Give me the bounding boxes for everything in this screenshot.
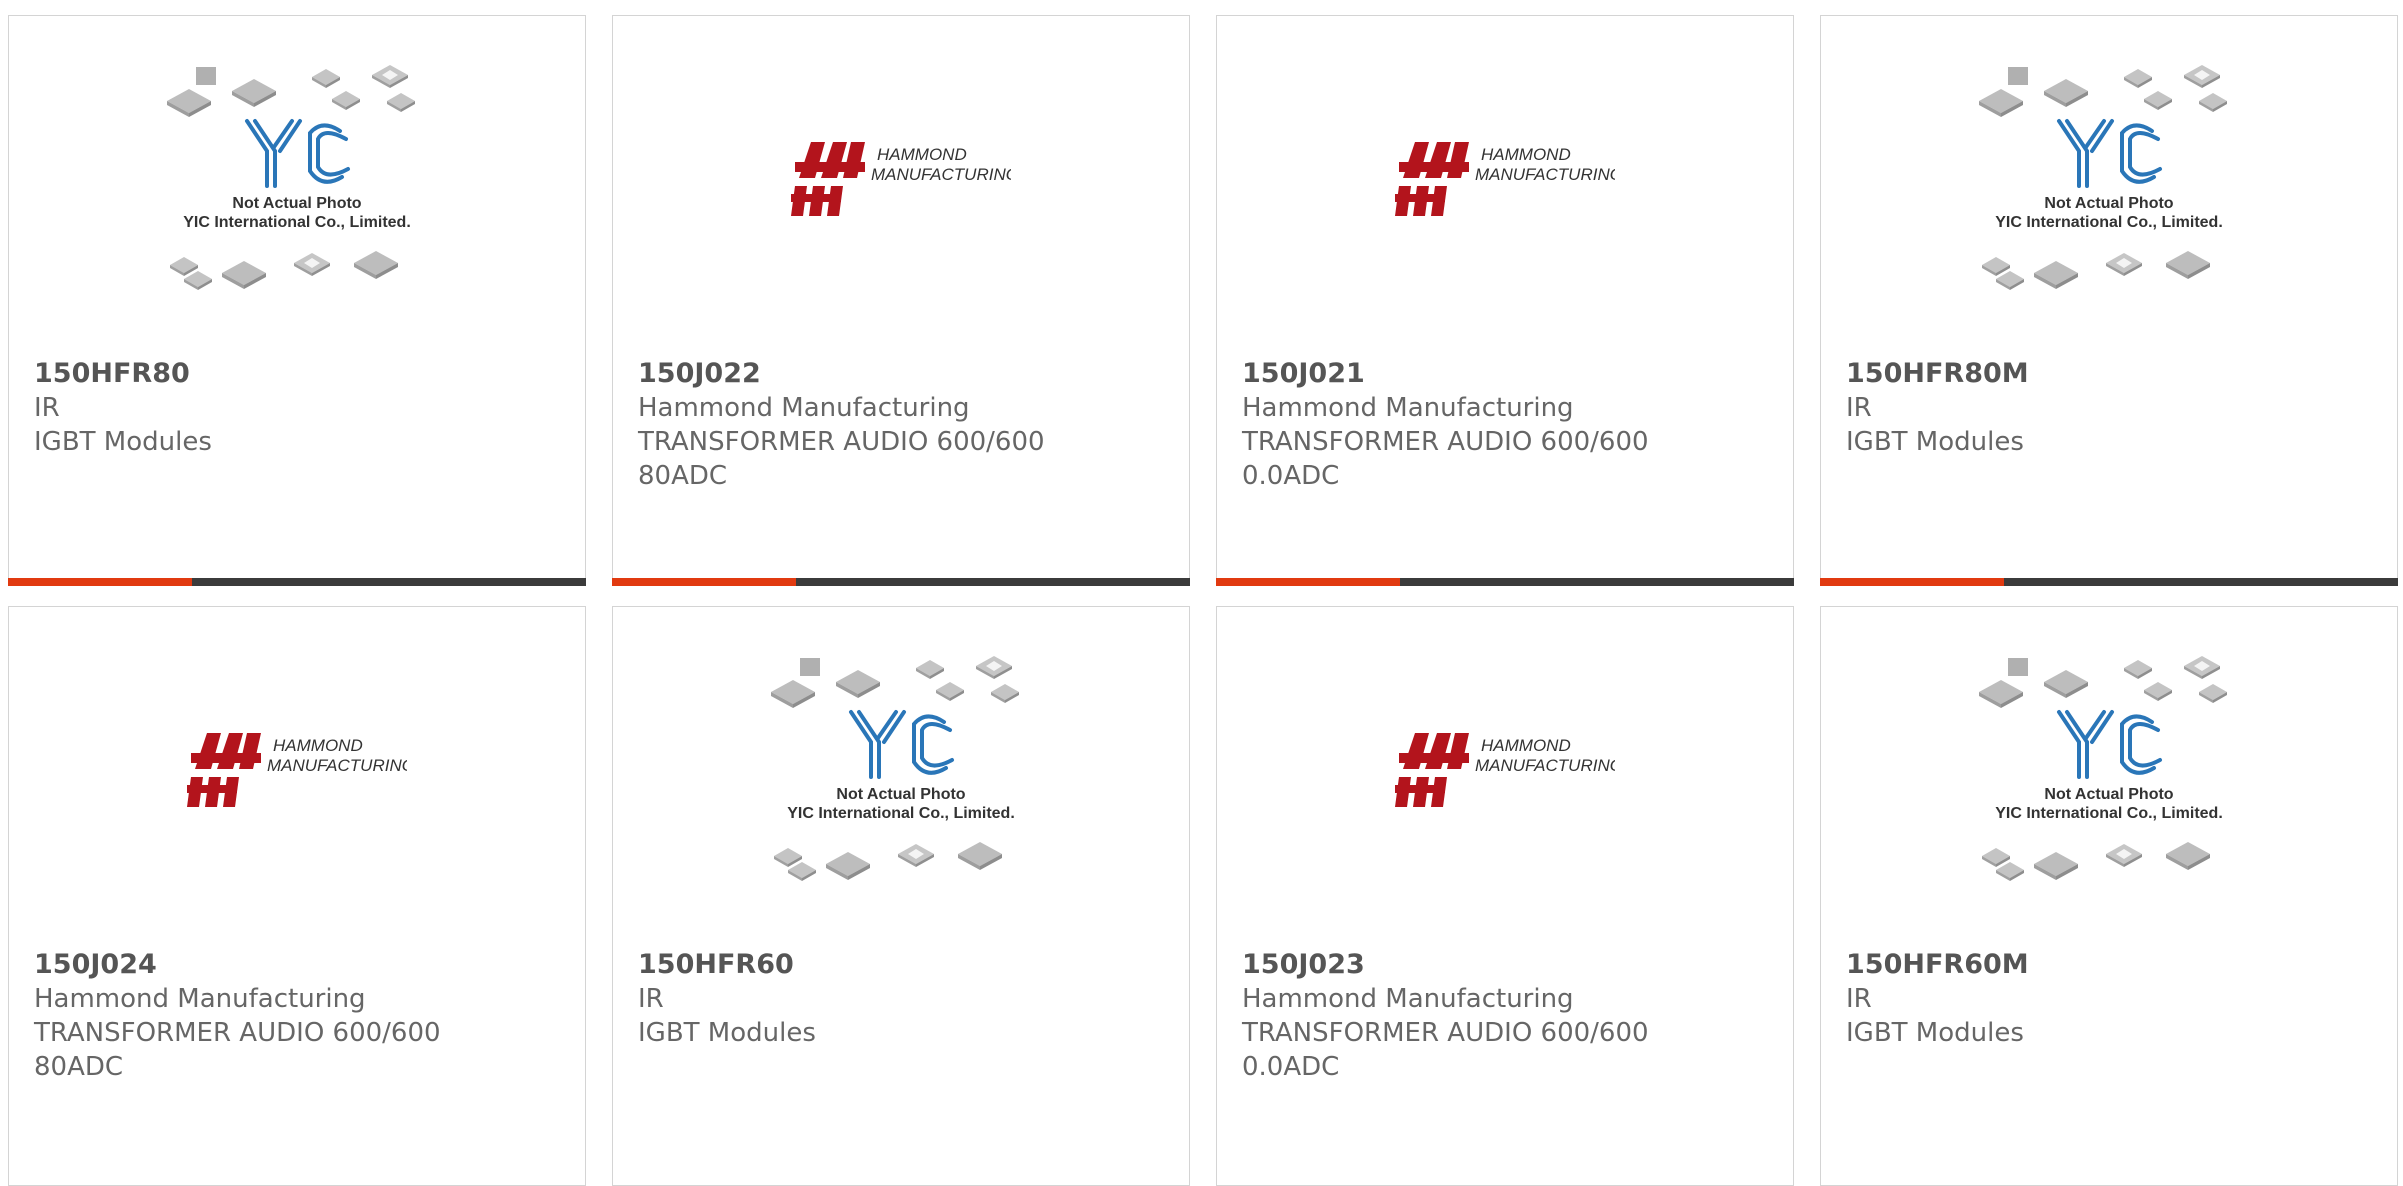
logo-line1: HAMMOND — [1481, 145, 1571, 164]
logo-line2: MANUFACTURING. — [1475, 165, 1615, 184]
manufacturer: Hammond Manufacturing — [1242, 984, 1574, 1014]
part-number[interactable]: 150HFR80 — [34, 357, 565, 391]
placeholder-line2: YIC International Co., Limited. — [1995, 805, 2223, 822]
description: TRANSFORMER AUDIO 600/600 — [1242, 1018, 1649, 1048]
hammond-logo: HAMMOND MANUFACTURING. — [613, 16, 1189, 346]
card-accent-bar — [612, 578, 1190, 586]
part-number[interactable]: 150J023 — [1242, 948, 1773, 982]
product-card[interactable]: Not Actual Photo YIC International Co., … — [1820, 15, 2398, 586]
manufacturer: IR — [34, 393, 60, 423]
product-image-placeholder: Not Actual Photo YIC International Co., … — [1821, 607, 2397, 937]
manufacturer: IR — [638, 984, 664, 1014]
description-extra: 0.0ADC — [1242, 461, 1340, 491]
description: TRANSFORMER AUDIO 600/600 — [34, 1018, 441, 1048]
hammond-logo: HAMMOND MANUFACTURING. — [9, 607, 585, 937]
description: IGBT Modules — [638, 1018, 816, 1048]
placeholder-line2: YIC International Co., Limited. — [787, 805, 1015, 822]
logo-line1: HAMMOND — [273, 736, 363, 755]
description: TRANSFORMER AUDIO 600/600 — [1242, 427, 1649, 457]
placeholder-line1: Not Actual Photo — [2044, 786, 2173, 803]
product-card[interactable]: Not Actual Photo YIC International Co., … — [1820, 606, 2398, 1186]
hammond-logo: HAMMOND MANUFACTURING. — [1217, 16, 1793, 346]
hammond-logo: HAMMOND MANUFACTURING. — [1217, 607, 1793, 937]
product-card[interactable]: HAMMOND MANUFACTURING. 150J023 Hammond M… — [1216, 606, 1794, 1186]
logo-line1: HAMMOND — [877, 145, 967, 164]
description-extra: 0.0ADC — [1242, 1052, 1340, 1082]
logo-line2: MANUFACTURING. — [1475, 756, 1615, 775]
placeholder-line1: Not Actual Photo — [232, 195, 361, 212]
placeholder-line1: Not Actual Photo — [2044, 195, 2173, 212]
product-card[interactable]: Not Actual Photo YIC International Co., … — [8, 15, 586, 586]
description: IGBT Modules — [1846, 427, 2024, 457]
manufacturer: IR — [1846, 984, 1872, 1014]
product-card[interactable]: Not Actual Photo YIC International Co., … — [612, 606, 1190, 1186]
product-image-placeholder: Not Actual Photo YIC International Co., … — [613, 607, 1189, 937]
description: IGBT Modules — [34, 427, 212, 457]
card-accent-bar — [8, 578, 586, 586]
card-accent-bar — [1820, 578, 2398, 586]
logo-line2: MANUFACTURING. — [267, 756, 407, 775]
logo-line1: HAMMOND — [1481, 736, 1571, 755]
description: IGBT Modules — [1846, 1018, 2024, 1048]
description-extra: 80ADC — [638, 461, 728, 491]
description: TRANSFORMER AUDIO 600/600 — [638, 427, 1045, 457]
placeholder-line2: YIC International Co., Limited. — [1995, 214, 2223, 231]
placeholder-line1: Not Actual Photo — [836, 786, 965, 803]
part-number[interactable]: 150HFR60M — [1846, 948, 2377, 982]
description-extra: 80ADC — [34, 1052, 124, 1082]
placeholder-line2: YIC International Co., Limited. — [183, 214, 411, 231]
manufacturer: Hammond Manufacturing — [34, 984, 366, 1014]
part-number[interactable]: 150J022 — [638, 357, 1169, 391]
card-accent-bar — [1216, 578, 1794, 586]
product-card[interactable]: HAMMOND MANUFACTURING. 150J022 Hammond M… — [612, 15, 1190, 586]
product-card[interactable]: HAMMOND MANUFACTURING. 150J021 Hammond M… — [1216, 15, 1794, 586]
product-image-placeholder: Not Actual Photo YIC International Co., … — [1821, 16, 2397, 346]
part-number[interactable]: 150HFR80M — [1846, 357, 2377, 391]
product-image-placeholder: Not Actual Photo YIC International Co., … — [9, 16, 585, 346]
part-number[interactable]: 150J021 — [1242, 357, 1773, 391]
logo-line2: MANUFACTURING. — [871, 165, 1011, 184]
manufacturer: IR — [1846, 393, 1872, 423]
part-number[interactable]: 150HFR60 — [638, 948, 1169, 982]
manufacturer: Hammond Manufacturing — [638, 393, 970, 423]
product-card[interactable]: HAMMOND MANUFACTURING. 150J024 Hammond M… — [8, 606, 586, 1186]
part-number[interactable]: 150J024 — [34, 948, 565, 982]
manufacturer: Hammond Manufacturing — [1242, 393, 1574, 423]
